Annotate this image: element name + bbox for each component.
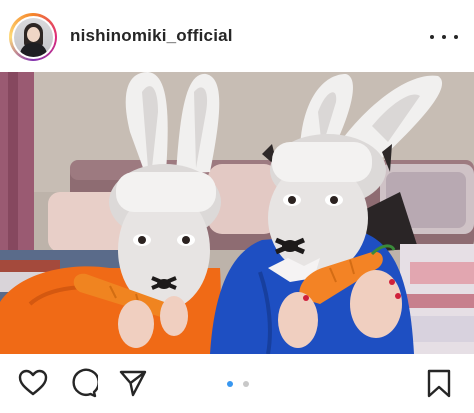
post-photo-image xyxy=(0,72,474,354)
bookmark-icon[interactable] xyxy=(424,368,454,398)
post-photo[interactable] xyxy=(0,72,474,354)
carousel-dot xyxy=(243,381,249,387)
comment-icon[interactable] xyxy=(68,368,98,398)
carousel-indicator xyxy=(227,381,249,387)
username[interactable]: nishinomiki_official xyxy=(70,26,233,46)
more-options-icon[interactable] xyxy=(430,30,458,44)
avatar[interactable] xyxy=(9,13,57,61)
avatar-photo xyxy=(13,17,53,57)
avatar-border xyxy=(11,15,55,59)
heart-icon[interactable] xyxy=(18,368,48,398)
carousel-dot-active xyxy=(227,381,233,387)
post-header: nishinomiki_official xyxy=(0,0,474,72)
share-icon[interactable] xyxy=(118,368,148,398)
action-bar xyxy=(0,354,474,413)
